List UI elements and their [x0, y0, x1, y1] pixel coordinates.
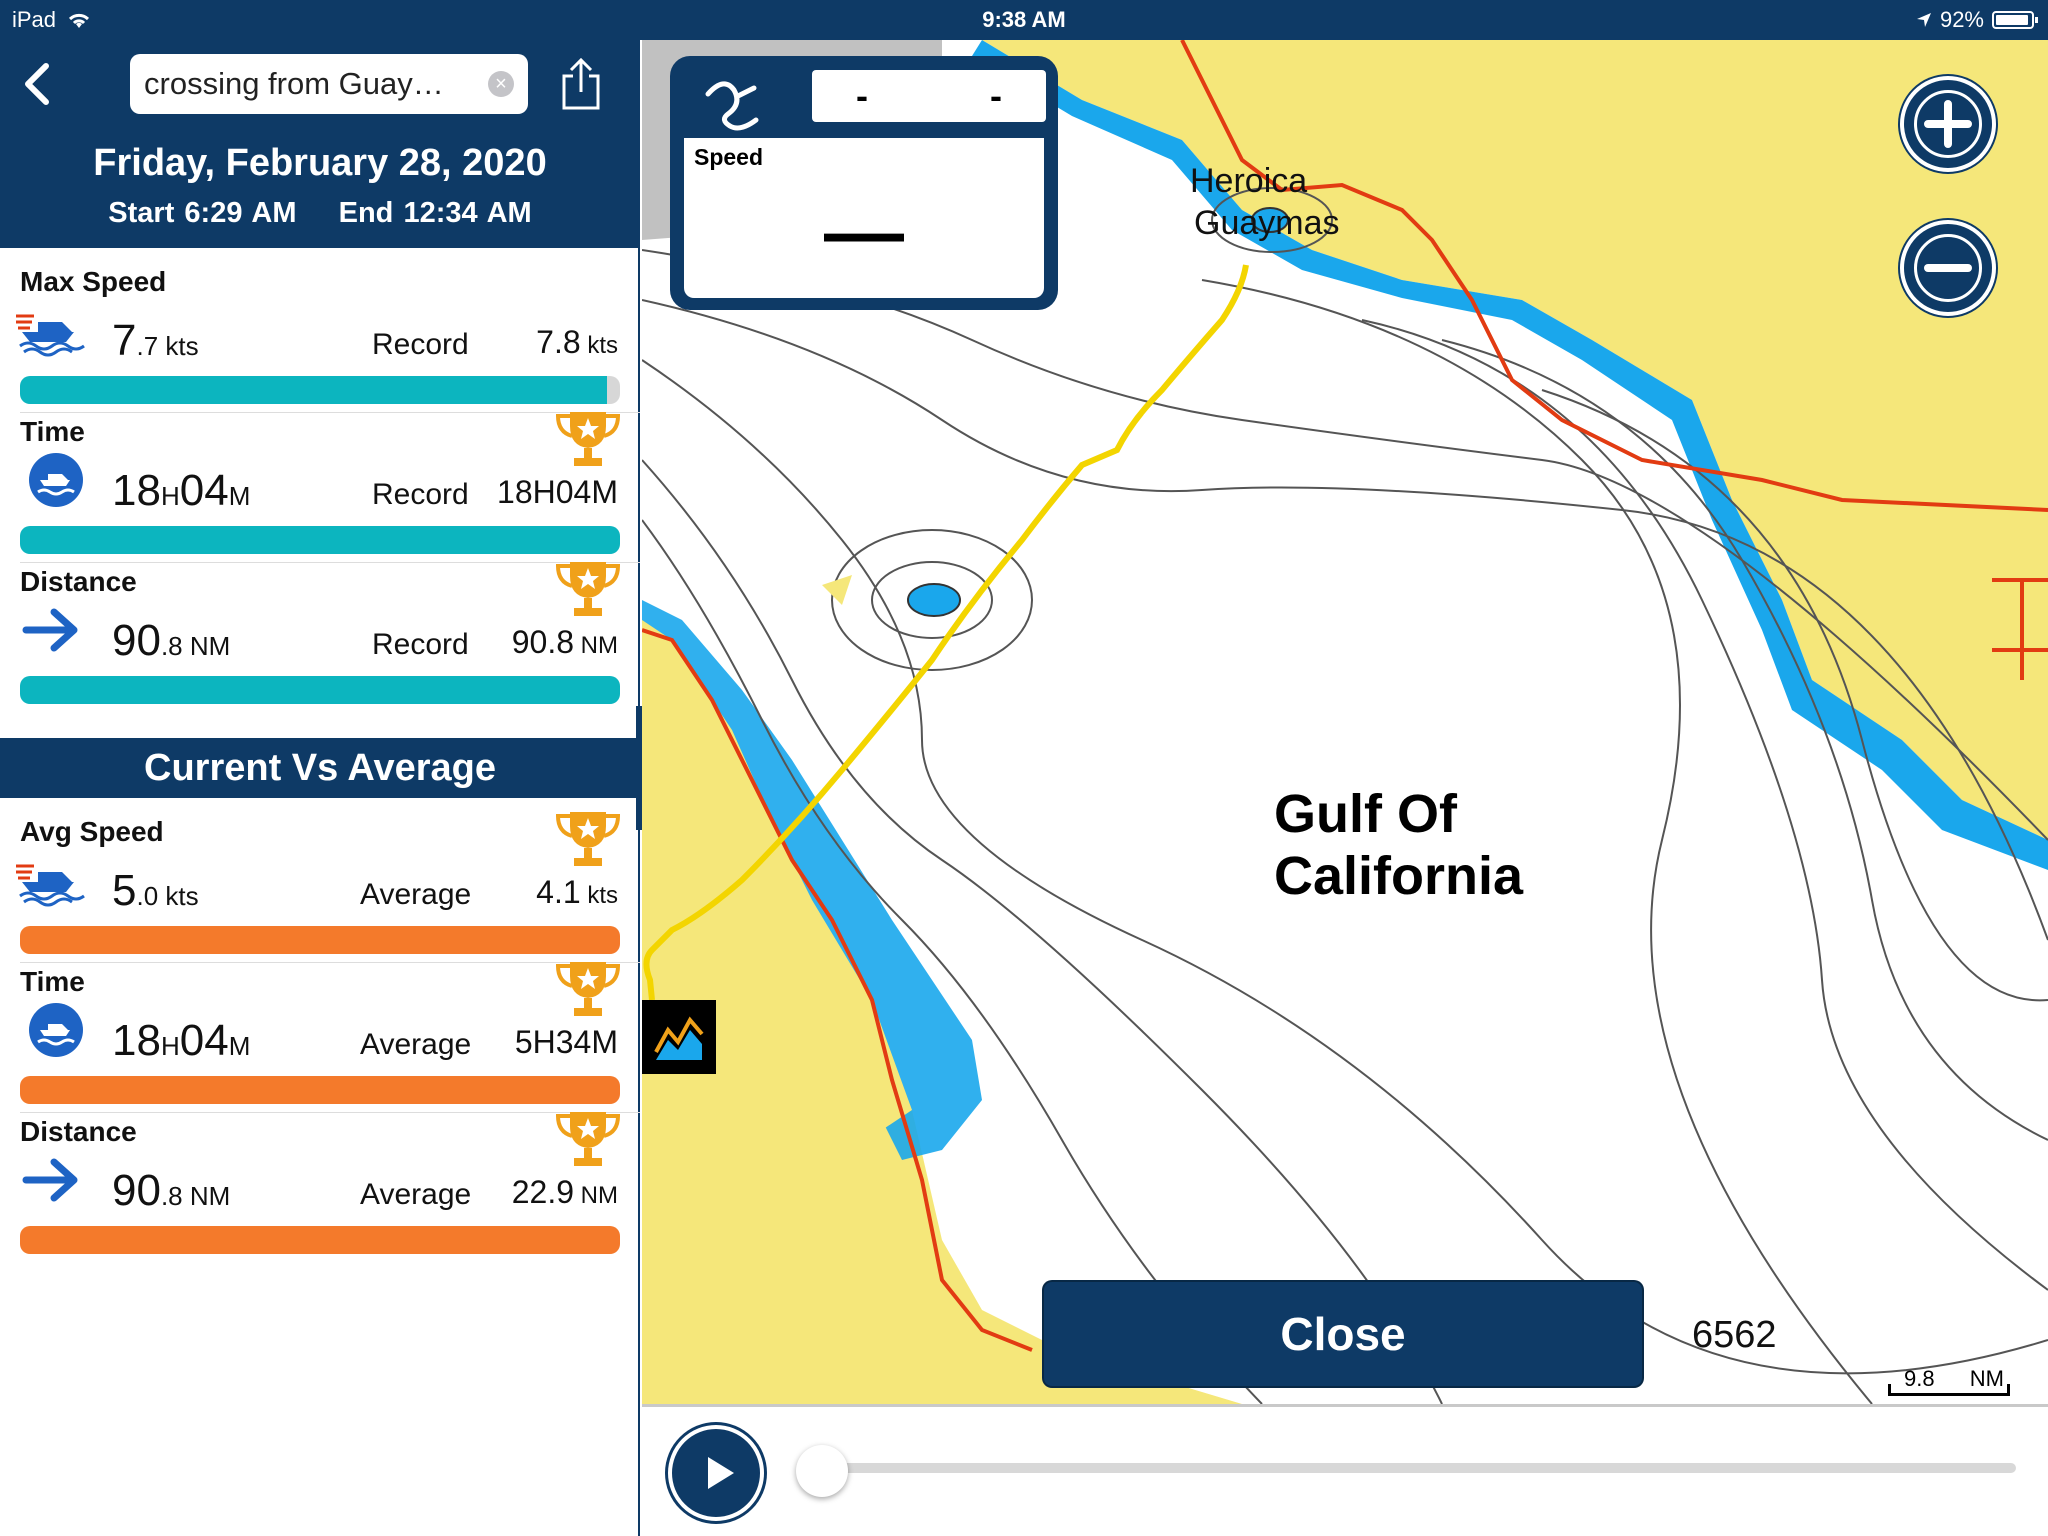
zoom-in-button[interactable]: [1900, 76, 1996, 172]
record-label: Record: [372, 328, 469, 361]
trip-name-value: crossing from Guay…: [144, 66, 444, 101]
card-title: Time: [20, 966, 85, 997]
trip-date: Friday, February 28, 2020: [93, 142, 547, 184]
sea-label: California: [1274, 846, 1524, 906]
battery-percent: 92%: [1939, 7, 1984, 32]
nav-bar: crossing from Guay… ×: [0, 40, 640, 128]
battery-icon: [1992, 11, 2038, 29]
record-value: 90.8 NM: [511, 624, 618, 660]
playback-bar: [642, 1404, 2048, 1536]
trophy-icon: [555, 412, 621, 466]
average-value: 22.9 NM: [511, 1174, 618, 1210]
average-label: Average: [360, 878, 472, 911]
speed-panel: Speed —: [684, 138, 1044, 298]
trophy-icon: [555, 962, 621, 1016]
chevron-left-icon[interactable]: [18, 60, 58, 108]
distance-progress: [20, 676, 620, 704]
scale-unit: NM: [1969, 1366, 2004, 1391]
average-value: 5H34M: [514, 1024, 618, 1060]
speed-widget-header: - -: [812, 70, 1046, 122]
record-label: Record: [372, 478, 469, 511]
status-bar: iPad 9:38 AM 92%: [0, 0, 2048, 40]
record-label: Record: [372, 628, 469, 661]
avg-speed-value: 5.0 kts: [112, 866, 199, 915]
average-label: Average: [360, 1028, 472, 1061]
max-speed-value: 7.7 kts: [112, 316, 199, 365]
distance-average-progress: [20, 1226, 620, 1254]
card-title: Distance: [20, 566, 137, 597]
city-label: Heroica: [1190, 162, 1307, 200]
scale-value: 9.8: [1904, 1366, 1935, 1391]
trip-start: Start 6:29 AM: [108, 197, 297, 229]
speed-widget[interactable]: - - Speed —: [670, 56, 1058, 310]
plus-icon: [1924, 100, 1972, 148]
section-header: Current Vs Average: [0, 738, 640, 798]
arrow-right-icon: [22, 608, 78, 652]
card-title: Time: [20, 416, 85, 447]
distance-value: 90.8 NM: [112, 616, 231, 665]
share-icon[interactable]: [556, 54, 606, 114]
minus-icon: [1924, 264, 1972, 272]
boat-badge-icon: [29, 453, 83, 507]
time-value: 18H04M: [112, 1016, 251, 1065]
time-record-card: Time 18H04M Record 18H04M: [0, 398, 640, 554]
boat-badge-icon: [29, 1003, 83, 1057]
card-title: Avg Speed: [20, 816, 164, 847]
sea-label: Gulf Of: [1274, 784, 1458, 844]
speed-label: Speed: [694, 144, 764, 170]
clear-icon[interactable]: ×: [488, 71, 514, 97]
play-button[interactable]: [668, 1425, 764, 1521]
card-title: Distance: [20, 1116, 137, 1147]
speed-value: —: [824, 187, 904, 276]
average-value: 4.1 kts: [536, 874, 618, 910]
status-right: 92%: [1916, 7, 2038, 33]
header-right-value: -: [990, 75, 1002, 116]
location-icon: [1916, 13, 1931, 27]
header-left-value: -: [856, 75, 868, 116]
status-time: 9:38 AM: [982, 7, 1066, 32]
trip-date-band: Friday, February 28, 2020 Start 6:29 AM …: [0, 128, 640, 248]
distance-average-card: Distance 90.8 NM Average 22.9 NM: [0, 1098, 640, 1254]
trip-name-field[interactable]: crossing from Guay… ×: [130, 54, 528, 114]
playback-slider-knob[interactable]: [796, 1445, 848, 1497]
trophy-icon: [555, 1112, 621, 1166]
chart-icon: [654, 1016, 704, 1060]
play-icon: [708, 1457, 734, 1489]
close-button[interactable]: Close: [1044, 1282, 1642, 1386]
max-speed-card: Max Speed 7.7 kts Record 7.8 kts: [0, 248, 640, 404]
distance-value: 90.8 NM: [112, 1166, 231, 1215]
trip-stats-panel: crossing from Guay… × Friday, February 2…: [0, 40, 640, 1536]
boat-icon: [16, 864, 85, 907]
graph-toggle-button[interactable]: [642, 1000, 716, 1074]
time-value: 18H04M: [112, 466, 251, 515]
depth-label: 6562: [1692, 1314, 1777, 1356]
distance-record-card: Distance 90.8 NM Record 90.8 NM: [0, 548, 640, 704]
avg-speed-card: Avg Speed 5.0 kts Average 4.1 kts: [0, 798, 640, 954]
record-value: 7.8 kts: [536, 324, 618, 360]
boat-icon: [16, 314, 85, 357]
city-label: Guaymas: [1194, 204, 1340, 242]
zoom-out-button[interactable]: [1900, 220, 1996, 316]
card-title: Max Speed: [20, 266, 167, 297]
playback-slider-track[interactable]: [820, 1463, 2016, 1473]
arrow-right-icon: [22, 1158, 78, 1202]
trip-end: End 12:34 AM: [338, 197, 532, 229]
speed-widget-icon: [705, 81, 759, 131]
record-value: 18H04M: [497, 474, 618, 510]
trophy-icon: [555, 562, 621, 616]
trip-times: Start 6:29 AM End 12:34 AM: [0, 197, 640, 230]
time-average-card: Time 18H04M Average 5H34M: [0, 948, 640, 1104]
scale-bar: 9.8 NM: [1888, 1366, 2010, 1396]
trophy-icon: [555, 812, 621, 866]
average-label: Average: [360, 1178, 472, 1211]
